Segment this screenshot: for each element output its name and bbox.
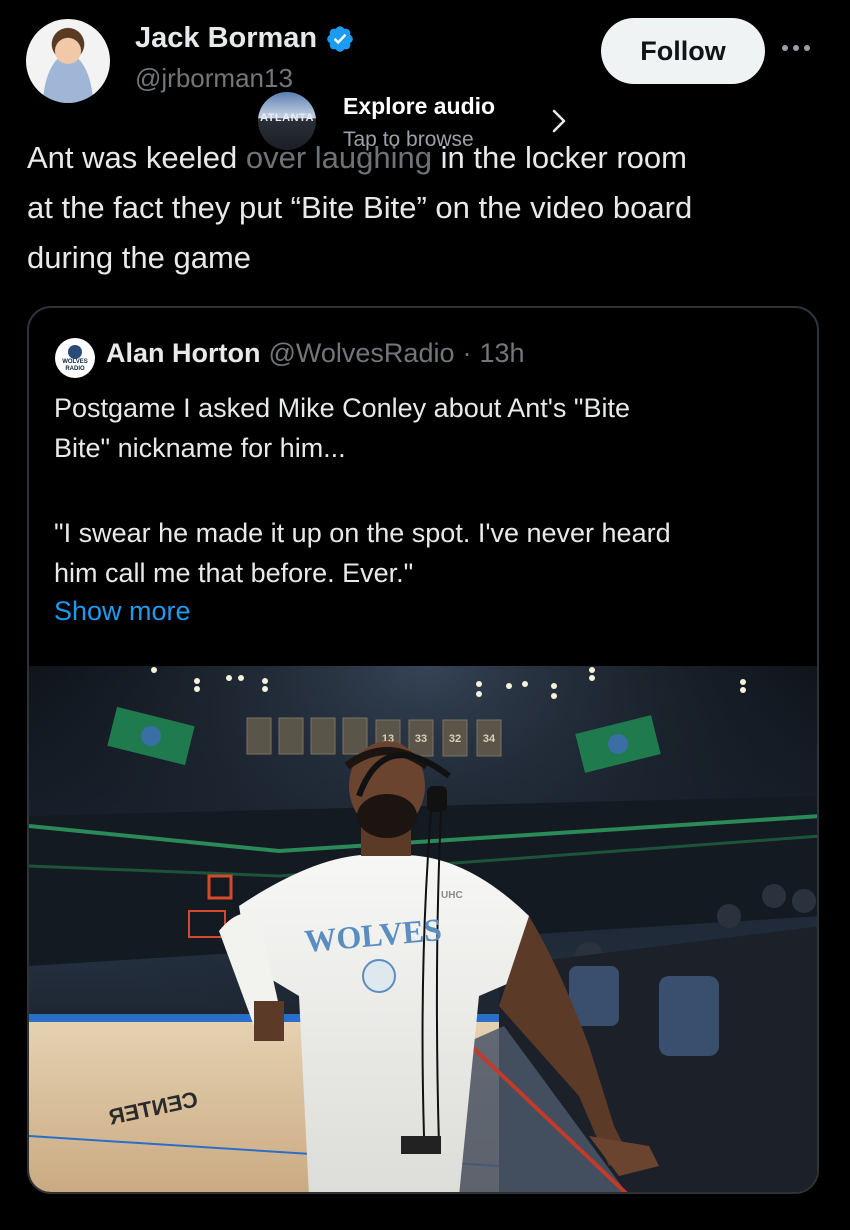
show-more-link[interactable]: Show more bbox=[54, 596, 191, 627]
separator-dot: · bbox=[462, 338, 472, 368]
explore-audio-title[interactable]: Explore audio bbox=[343, 93, 495, 120]
quoted-tweet-text: Postgame I asked Mike Conley about Ant's… bbox=[54, 393, 671, 588]
tweet-text: Ant was keeled over laughing in the lock… bbox=[27, 133, 827, 283]
verified-badge-icon bbox=[327, 25, 353, 52]
quoted-author-row: Alan Horton @WolvesRadio · 13h bbox=[106, 338, 525, 369]
follow-button[interactable]: Follow bbox=[601, 18, 765, 84]
audio-thumbnail[interactable]: ATLANTA bbox=[258, 92, 316, 150]
quoted-author-name[interactable]: Alan Horton bbox=[106, 338, 261, 369]
tweet-line-3: during the game bbox=[27, 240, 252, 275]
chevron-right-icon[interactable] bbox=[546, 106, 572, 136]
quoted-author-avatar[interactable]: WOLVES RADIO bbox=[55, 338, 95, 378]
sponsor-text: UHC bbox=[441, 890, 463, 901]
banner-number: 33 bbox=[415, 733, 427, 745]
more-dots-icon[interactable] bbox=[782, 36, 822, 60]
quoted-timestamp[interactable]: 13h bbox=[479, 338, 524, 369]
author-name-row: Jack Borman bbox=[135, 22, 355, 55]
tweet-line-2: at the fact they put “Bite Bite” on the … bbox=[27, 190, 693, 225]
author-handle[interactable]: @jrborman13 bbox=[135, 63, 293, 94]
author-display-name[interactable]: Jack Borman bbox=[135, 22, 317, 55]
audio-thumbnail-label: ATLANTA bbox=[260, 112, 314, 124]
quoted-tweet-card[interactable]: WOLVES RADIO Alan Horton @WolvesRadio · … bbox=[27, 306, 819, 1194]
tweet-photo[interactable]: 13 33 32 34 CENTER WOLVES UHC bbox=[29, 666, 817, 1192]
banner-number: 32 bbox=[449, 733, 461, 745]
arena-photo-illustration: 13 33 32 34 CENTER WOLVES UHC bbox=[29, 666, 817, 1192]
quoted-author-handle[interactable]: @WolvesRadio bbox=[269, 338, 455, 369]
banner-number: 34 bbox=[483, 733, 496, 745]
author-avatar[interactable] bbox=[26, 19, 110, 103]
explore-audio-subtitle[interactable]: Tap to browse bbox=[343, 128, 474, 152]
microphone-icon bbox=[68, 345, 82, 359]
